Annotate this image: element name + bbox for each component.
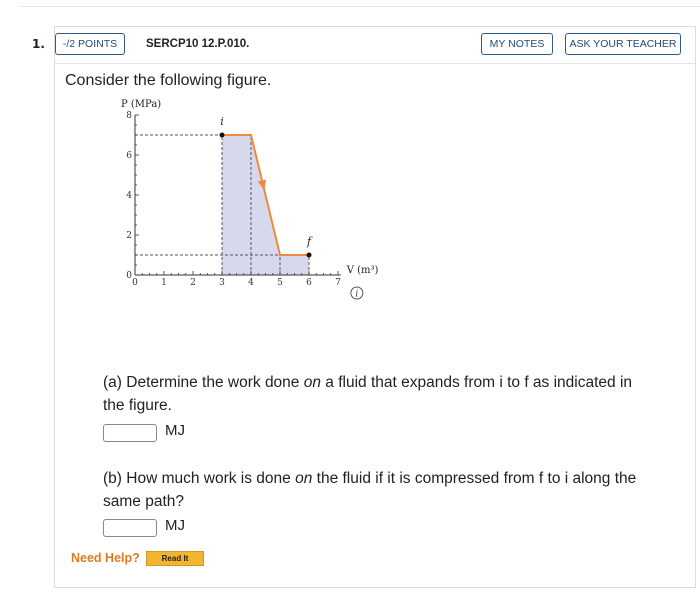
part-b-answer-input[interactable] — [103, 519, 157, 537]
x-axis-label: V (m³) — [346, 265, 379, 276]
part-a-text: (a) Determine the work done on a fluid t… — [103, 371, 643, 417]
state-label: i — [220, 115, 224, 128]
part-b-text-pre: (b) How much work is done — [103, 470, 296, 487]
question-card: -/2 POINTS SERCP10 12.P.010. MY NOTES AS… — [54, 26, 696, 588]
x-tick-label: 5 — [277, 278, 283, 288]
part-a-answer-input[interactable] — [103, 424, 157, 442]
part-a-text-pre: (a) Determine the work done — [103, 374, 304, 391]
part-a-unit: MJ — [165, 422, 185, 439]
y-tick-label: 4 — [126, 191, 132, 201]
x-tick-label: 4 — [248, 278, 254, 288]
x-tick-label: 1 — [161, 278, 167, 288]
pv-diagram: 0 1 2 3 4 5 6 7 0 2 4 6 8P (MPa) V (m³) i f i — [121, 99, 379, 300]
info-icon-glyph: i — [355, 290, 358, 300]
y-axis-label: P (MPa) — [121, 99, 161, 110]
x-tick-label: 3 — [219, 278, 225, 288]
state-label: f — [306, 235, 313, 248]
part-b-text: (b) How much work is done on the fluid i… — [103, 467, 643, 513]
question-code: SERCP10 12.P.010. — [146, 38, 250, 50]
state-point — [219, 132, 225, 138]
part-a-emphasis: on — [303, 374, 321, 391]
y-tick-label: 6 — [126, 151, 132, 161]
x-tick-label: 7 — [335, 278, 341, 288]
question-header: -/2 POINTS SERCP10 12.P.010. MY NOTES AS… — [55, 27, 695, 64]
read-it-button[interactable]: Read It — [146, 551, 204, 566]
need-help-label: Need Help? — [71, 551, 140, 565]
x-tick-label: 0 — [132, 278, 138, 288]
top-divider — [20, 6, 700, 7]
state-point — [306, 252, 312, 258]
y-tick-label: 2 — [126, 231, 132, 241]
question-intro: Consider the following figure. — [65, 72, 272, 89]
x-tick-label: 2 — [190, 278, 196, 288]
my-notes-button[interactable]: MY NOTES — [481, 33, 553, 55]
part-b-emphasis: on — [295, 470, 313, 487]
part-b-unit: MJ — [165, 517, 185, 534]
y-tick-label: 8 — [126, 111, 132, 121]
y-tick-label: 0 — [126, 271, 132, 281]
question-number: 1. — [32, 37, 45, 51]
x-tick-label: 6 — [306, 278, 312, 288]
ask-teacher-button[interactable]: ASK YOUR TEACHER — [565, 33, 681, 55]
points-badge[interactable]: -/2 POINTS — [55, 33, 125, 55]
